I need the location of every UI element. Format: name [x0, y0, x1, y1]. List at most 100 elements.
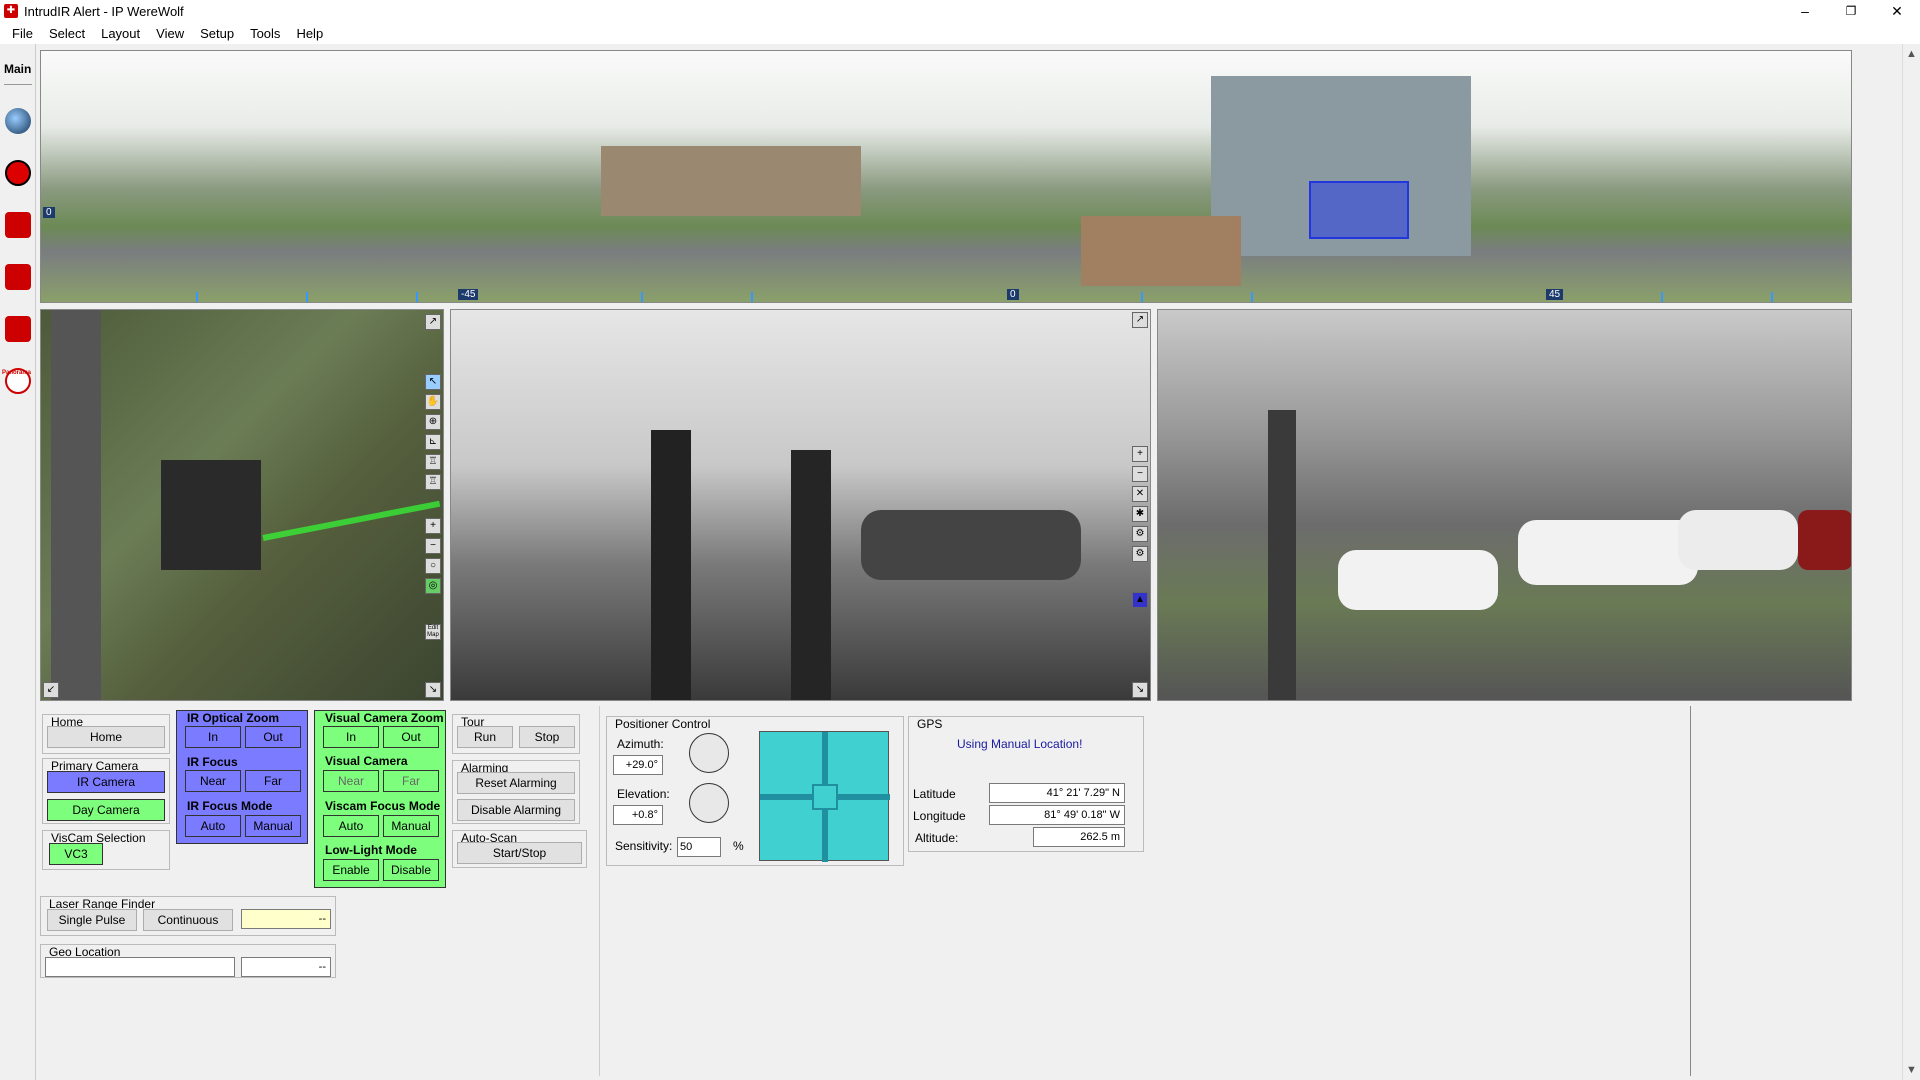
zoom-box-icon[interactable]: ⊕ [425, 414, 441, 430]
crosshair-icon[interactable]: ✕ [1132, 486, 1148, 502]
hand-icon[interactable]: ✋ [425, 394, 441, 410]
longitude-field[interactable]: 81° 49' 0.18" W [989, 805, 1125, 825]
camera-icon[interactable] [5, 316, 31, 342]
resize-icon[interactable]: ↘ [425, 682, 441, 698]
menu-bar: File Select Layout View Setup Tools Help [0, 22, 1920, 44]
ir-camera-view[interactable]: ↗ + − ✕ ✱ ⚙ ⚙ ▲ ↘ [450, 309, 1151, 701]
globe-icon[interactable] [5, 108, 31, 134]
title-bar: ✚ IntrudIR Alert - IP WereWolf – ❐ ✕ [0, 0, 1920, 22]
single-pulse-button[interactable]: Single Pulse [47, 909, 137, 931]
maximize-button[interactable]: ❐ [1828, 0, 1874, 22]
sensitivity-select[interactable]: 50 [677, 837, 721, 857]
pano-left-marker: 0 [43, 207, 55, 218]
ir-focus-manual-button[interactable]: Manual [245, 815, 301, 837]
menu-view[interactable]: View [148, 26, 192, 41]
low-light-label: Low-Light Mode [325, 843, 417, 857]
menu-layout[interactable]: Layout [93, 26, 148, 41]
window-title: IntrudIR Alert - IP WereWolf [24, 3, 184, 19]
visual-camera-label: Visual Camera [325, 754, 408, 768]
zoom-fit-icon[interactable]: ○ [425, 558, 441, 574]
resize-icon[interactable]: ↙ [43, 682, 59, 698]
settings-icon[interactable]: ⚙ [1132, 546, 1148, 562]
reset-alarming-button[interactable]: Reset Alarming [457, 772, 575, 794]
zoom-in-icon[interactable]: + [425, 518, 441, 534]
altitude-field[interactable]: 262.5 m [1033, 827, 1125, 847]
viscam-focus-manual-button[interactable]: Manual [383, 815, 439, 837]
gps-label: GPS [915, 717, 945, 731]
sensitivity-unit: % [733, 839, 744, 853]
continuous-button[interactable]: Continuous [143, 909, 233, 931]
camera-icon[interactable] [5, 212, 31, 238]
ir-focus-auto-button[interactable]: Auto [185, 815, 241, 837]
positioner-control-group: Positioner Control Azimuth: +29.0° Eleva… [606, 716, 904, 866]
elevation-field[interactable]: +0.8° [613, 805, 663, 825]
zoom-in-icon[interactable]: + [1132, 446, 1148, 462]
geo-location-field-2[interactable]: -- [241, 957, 331, 977]
left-toolbar: Main Panorama [0, 44, 36, 1080]
ir-camera-button[interactable]: IR Camera [47, 771, 165, 793]
edit-map-button[interactable]: Edit Map [425, 624, 441, 640]
alarming-group: Alarming Reset Alarming Disable Alarming [452, 760, 580, 824]
minimize-button[interactable]: – [1782, 0, 1828, 22]
visual-focus-near-button[interactable]: Near [323, 770, 379, 792]
expand-icon[interactable]: ↗ [425, 314, 441, 330]
latitude-field[interactable]: 41° 21' 7.29" N [989, 783, 1125, 803]
tower-icon[interactable]: ♖ [425, 454, 441, 470]
viscam-focus-auto-button[interactable]: Auto [323, 815, 379, 837]
car-shape [1678, 510, 1798, 570]
car-shape [1338, 550, 1498, 610]
menu-select[interactable]: Select [41, 26, 93, 41]
close-button[interactable]: ✕ [1874, 0, 1920, 22]
altitude-label: Altitude: [915, 831, 959, 845]
alert-icon[interactable]: ▲ [1132, 592, 1148, 608]
vc3-button[interactable]: VC3 [49, 843, 103, 865]
low-light-enable-button[interactable]: Enable [323, 859, 379, 881]
resize-icon[interactable]: ↘ [1132, 682, 1148, 698]
positioner-dpad[interactable] [759, 731, 890, 862]
menu-setup[interactable]: Setup [192, 26, 242, 41]
ir-focus-far-button[interactable]: Far [245, 770, 301, 792]
panorama-view[interactable]: 0 -45 0 45 [40, 50, 1852, 303]
home-button[interactable]: Home [47, 726, 165, 748]
expand-icon[interactable]: ↗ [1132, 312, 1148, 328]
ir-zoom-in-button[interactable]: In [185, 726, 241, 748]
pointer-icon[interactable]: ↖ [425, 374, 441, 390]
visual-focus-far-button[interactable]: Far [383, 770, 439, 792]
elevation-dial[interactable] [689, 783, 729, 823]
visual-camera-view[interactable] [1157, 309, 1852, 701]
geo-location-field[interactable] [45, 957, 235, 977]
visual-zoom-out-button[interactable]: Out [383, 726, 439, 748]
settings-icon[interactable]: ⚙ [1132, 526, 1148, 542]
tower-icon[interactable]: ♖ [425, 474, 441, 490]
range-value-field[interactable]: -- [241, 909, 331, 929]
tour-run-button[interactable]: Run [457, 726, 513, 748]
visual-zoom-label: Visual Camera Zoom [325, 711, 444, 725]
selection-box[interactable] [1309, 181, 1409, 239]
measure-icon[interactable]: ⊾ [425, 434, 441, 450]
ir-focus-near-button[interactable]: Near [185, 770, 241, 792]
tour-stop-button[interactable]: Stop [519, 726, 575, 748]
car-shape [1518, 520, 1698, 585]
map-view[interactable]: ↗ ↖ ✋ ⊕ ⊾ ♖ ♖ + − ○ ◎ Edit Map ↙ ↘ [40, 309, 444, 701]
day-camera-button[interactable]: Day Camera [47, 799, 165, 821]
zoom-home-icon[interactable]: ◎ [425, 578, 441, 594]
zoom-out-icon[interactable]: − [1132, 466, 1148, 482]
zoom-out-icon[interactable]: − [425, 538, 441, 554]
camera-icon[interactable] [5, 264, 31, 290]
target-icon[interactable] [5, 160, 31, 186]
azimuth-field[interactable]: +29.0° [613, 755, 663, 775]
main-label[interactable]: Main [4, 62, 31, 76]
auto-scan-button[interactable]: Start/Stop [457, 842, 582, 864]
vertical-scrollbar[interactable]: ▲ ▼ [1902, 44, 1920, 1080]
visual-zoom-in-button[interactable]: In [323, 726, 379, 748]
crosshair-icon[interactable]: ✱ [1132, 506, 1148, 522]
viscam-selection-group: VisCam Selection VC3 [42, 830, 170, 870]
ir-zoom-out-button[interactable]: Out [245, 726, 301, 748]
menu-file[interactable]: File [4, 26, 41, 41]
disable-alarming-button[interactable]: Disable Alarming [457, 799, 575, 821]
azimuth-dial[interactable] [689, 733, 729, 773]
low-light-disable-button[interactable]: Disable [383, 859, 439, 881]
menu-help[interactable]: Help [288, 26, 331, 41]
menu-tools[interactable]: Tools [242, 26, 288, 41]
tour-group: Tour Run Stop [452, 714, 580, 754]
